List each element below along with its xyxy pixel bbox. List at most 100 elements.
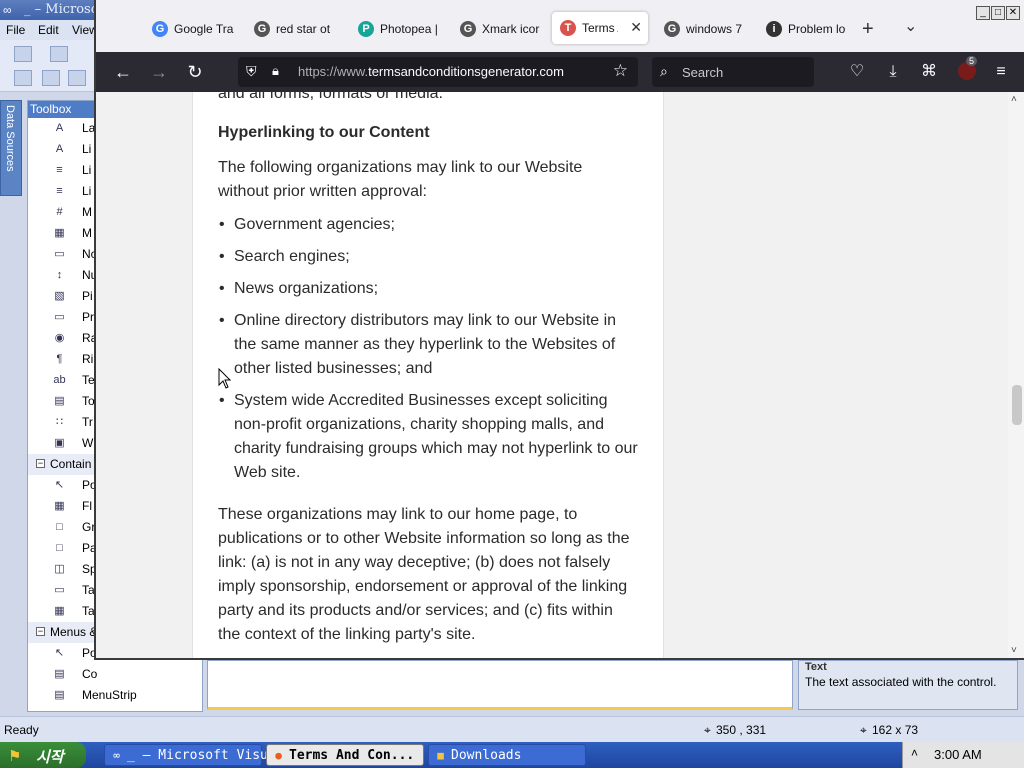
taskbar-item-firefox[interactable]: ● Terms And Con...	[266, 744, 424, 766]
scrollbar-thumb[interactable]	[1012, 385, 1022, 425]
browser-tab[interactable]: i Problem lo	[758, 13, 854, 45]
organization-list: Government agencies; Search engines; New…	[218, 213, 638, 493]
system-tray: ˄ 3:00 AM	[902, 742, 1024, 768]
maximize-icon[interactable]: □	[991, 6, 1005, 20]
collapse-icon[interactable]: −	[36, 627, 45, 636]
toolbox-item-label: Ta	[82, 583, 95, 597]
radiobutton-icon: ◉	[54, 332, 65, 344]
data-sources-tab[interactable]: Data Sources	[0, 100, 22, 196]
toolbox-item-label: MenuStrip	[82, 688, 137, 702]
toolbox-item-label: Te	[82, 373, 95, 387]
menu-edit[interactable]: Edit	[38, 23, 59, 37]
notifyicon-icon: ▭	[54, 248, 65, 260]
panel-icon: □	[56, 542, 63, 554]
collapse-icon[interactable]: −	[36, 459, 45, 468]
reload-icon[interactable]: ↻	[184, 61, 206, 83]
pointer-icon: ↖	[54, 479, 65, 491]
toolbox-item-label: Li	[82, 184, 92, 198]
tab-favicon-icon: G	[152, 21, 168, 37]
listview-icon: ≡	[56, 185, 63, 197]
search-icon: ⌕	[660, 63, 668, 79]
url-text[interactable]: https://www.termsandconditionsgenerator.…	[298, 64, 564, 79]
pocket-icon[interactable]: ♡	[846, 61, 868, 83]
add-item-icon[interactable]	[50, 46, 68, 62]
align-icon[interactable]	[14, 70, 32, 86]
taskbar-item-downloads[interactable]: ■ Downloads	[428, 744, 586, 766]
extensions-icon[interactable]: ⌘	[918, 61, 940, 83]
tab-favicon-icon: T	[560, 20, 576, 36]
search-input[interactable]: ⌕ Search	[652, 57, 814, 87]
browser-tab[interactable]: Gwindows 7	[656, 13, 752, 45]
toolbox-item[interactable]: ▬ StatusStrip	[28, 706, 202, 711]
list-all-tabs-icon[interactable]: ⌄	[904, 16, 917, 36]
tracking-protection-icon[interactable]: ⛨	[246, 63, 257, 80]
tab-favicon-icon: G	[664, 21, 680, 37]
size-icon: ⌖	[860, 723, 867, 737]
browser-tab[interactable]: G Google Tra	[144, 13, 240, 45]
scroll-up-icon[interactable]: ˄	[1011, 94, 1017, 105]
scroll-down-icon[interactable]: ˅	[1011, 645, 1017, 656]
mouse-cursor-icon	[218, 368, 232, 389]
tab-title: Xmark icor	[482, 22, 540, 36]
taskbar-item-visual-studio[interactable]: ∞ _ – Microsoft Visu...	[104, 744, 291, 766]
browser-tab[interactable]: T Terms A ✕	[552, 12, 648, 44]
toolbox-item[interactable]: ▤ MenuStrip	[28, 685, 202, 706]
groupbox-icon: □	[56, 521, 63, 533]
lock-icon[interactable]: 🔒︎	[272, 63, 279, 79]
new-project-icon[interactable]	[14, 46, 32, 62]
align-center-icon[interactable]	[68, 70, 86, 86]
label-icon: A	[55, 122, 64, 134]
minimize-icon[interactable]: _	[976, 6, 990, 20]
property-description: The text associated with the control.	[805, 675, 997, 689]
menu-hamburger-icon[interactable]: ≡	[990, 61, 1012, 83]
start-button[interactable]: ⚑ 시작	[0, 742, 86, 768]
url-bar[interactable]: ⛨ 🔒︎ https://www.termsandconditionsgener…	[238, 57, 638, 87]
treeview-icon: ∷	[56, 416, 63, 428]
tab-favicon-icon: i	[766, 21, 782, 37]
toolbox-item-label: StatusStrip	[82, 709, 141, 711]
firefox-icon: ●	[275, 749, 282, 762]
tab-favicon-icon: G	[254, 21, 270, 37]
page-viewport[interactable]: and all forms, formats or media. Hyperli…	[96, 92, 1008, 658]
toolbox-item[interactable]: ▤ Co	[28, 664, 202, 685]
browser-tab[interactable]: Gred star ot	[246, 13, 342, 45]
richtextbox-icon: ¶	[56, 353, 63, 365]
property-name: Text	[805, 661, 827, 673]
downloads-icon[interactable]: ⤓	[882, 61, 904, 83]
body-paragraph: These organizations may link to our home…	[218, 506, 630, 643]
menu-file[interactable]: File	[6, 23, 25, 37]
tab-title: red star ot	[276, 22, 331, 36]
back-icon[interactable]: ←	[112, 61, 134, 83]
status-position: 350 , 331	[716, 723, 767, 737]
page-scrollbar[interactable]: ˄ ˅	[1008, 92, 1024, 658]
toolbox-item-label: M	[82, 226, 92, 240]
close-window-icon[interactable]: ✕	[1006, 6, 1020, 20]
toolbox-item-label: Ri	[82, 352, 94, 366]
maskedtextbox-icon: #	[56, 206, 63, 218]
toolbox-item-label: Ta	[82, 604, 95, 618]
pointer-icon: ↖	[54, 647, 65, 659]
forward-icon[interactable]: →	[148, 61, 170, 83]
close-tab-icon[interactable]: ✕	[630, 19, 642, 36]
firefox-window: G Google Tra Gred star ot P Photopea | G Xmark…	[94, 0, 1024, 660]
browser-tab[interactable]: G Xmark icor	[452, 13, 548, 45]
align-left-icon[interactable]	[42, 70, 60, 86]
browser-tab[interactable]: P Photopea |	[350, 13, 446, 45]
linklabel-icon: A	[55, 143, 64, 155]
window-controls: _ □ ✕	[976, 6, 1020, 20]
tab-title: Problem lo	[788, 22, 846, 36]
bookmark-star-icon[interactable]: ☆	[613, 61, 628, 81]
picturebox-icon: ▧	[54, 290, 65, 302]
clock[interactable]: 3:00 AM	[934, 747, 982, 762]
new-tab-icon[interactable]: +	[862, 18, 874, 41]
statusstrip-icon: ▬	[52, 709, 67, 711]
toolbox-item-label: Pi	[82, 289, 93, 303]
toolbox-item-label: Li	[82, 163, 92, 177]
tab-title: windows 7	[686, 22, 743, 36]
tooltip-icon: ▤	[54, 395, 65, 407]
ublock-extension-icon[interactable]: 5	[958, 56, 978, 80]
status-ready: Ready	[4, 723, 39, 737]
toolbox-item-label: Tr	[82, 415, 93, 429]
vs-editor-area[interactable]	[207, 660, 793, 710]
show-hidden-icons-icon[interactable]: ˄	[911, 746, 918, 760]
